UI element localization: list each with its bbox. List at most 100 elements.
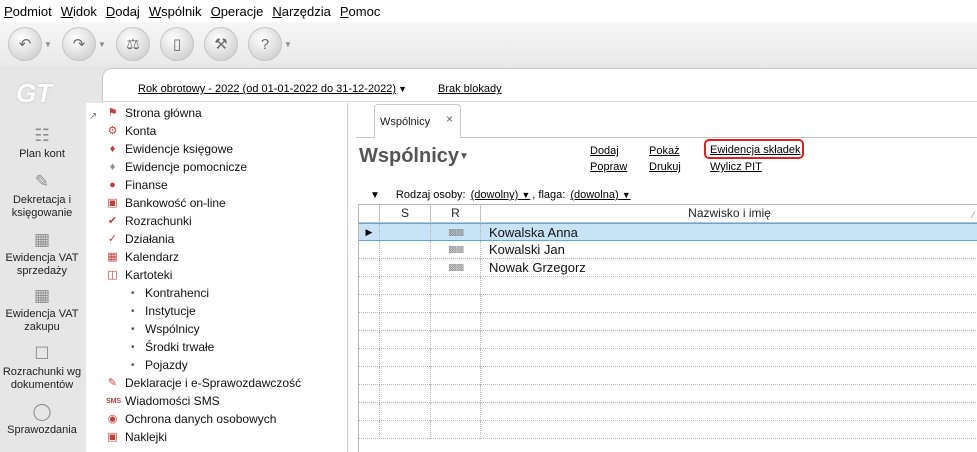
menu-dodaj[interactable]: Dodaj <box>106 4 140 19</box>
person-type-filter[interactable]: (dowolny) ▼ <box>471 189 531 201</box>
partner-name: Kowalska Anna <box>489 225 578 240</box>
empty-cell <box>481 313 977 331</box>
tools-icon[interactable]: ⚒ <box>204 27 238 61</box>
empty-table-row <box>359 367 977 385</box>
settlement-icon: ✔ <box>107 214 118 227</box>
shield-icon: ◉ <box>107 412 118 425</box>
tree-item-kontrahenci[interactable]: • Kontrahenci <box>131 284 209 302</box>
tree-item-instytucje[interactable]: • Instytucje <box>131 302 196 320</box>
dodaj-link[interactable]: Dodaj <box>590 145 619 157</box>
shortcut-dekretacja[interactable]: ✎ Dekretacja i księgowanie <box>0 172 84 220</box>
row-pointer-header <box>359 205 380 223</box>
tree-item-pojazdy[interactable]: • Pojazdy <box>131 356 188 374</box>
page-title[interactable]: Wspólnicy▼ <box>359 145 469 168</box>
pokaz-link[interactable]: Pokaż <box>649 145 680 157</box>
tree-item-ochrona-danych[interactable]: ◉ Ochrona danych osobowych <box>106 410 277 428</box>
empty-cell <box>481 349 977 367</box>
collapse-icon[interactable]: ▼ <box>370 190 380 201</box>
menu-narzedzia[interactable]: Narzędzia <box>272 4 331 19</box>
forward-icon[interactable]: ↷ <box>62 27 96 61</box>
shortcut-vat-zakupu[interactable]: ▦ Ewidencja VAT zakupu <box>0 286 84 334</box>
ewidencja-skladek-link[interactable]: Ewidencja składek <box>710 144 801 156</box>
empty-cell <box>359 277 380 295</box>
declaration-icon: ✎ <box>107 376 118 389</box>
empty-cell <box>380 313 431 331</box>
empty-cell <box>359 295 380 313</box>
close-icon[interactable]: × <box>446 112 453 126</box>
shortcut-vat-sprzedazy[interactable]: ▦ Ewidencja VAT sprzedaży <box>0 230 84 278</box>
tree-item-naklejki[interactable]: ▣ Naklejki <box>106 428 167 446</box>
forward-dropdown-icon[interactable]: ▼ <box>98 40 108 49</box>
back-icon[interactable]: ↶ <box>8 27 42 61</box>
table-row[interactable]: ▩▩ Nowak Grzegorz <box>359 259 977 277</box>
menu-wspolnik[interactable]: Wspólnik <box>149 4 202 19</box>
empty-cell <box>431 349 481 367</box>
popraw-link[interactable]: Popraw <box>590 161 627 173</box>
sort-icon: ⁄ <box>972 210 974 220</box>
tab-wspolnicy[interactable]: Wspólnicy × <box>374 104 461 138</box>
drukuj-link[interactable]: Drukuj <box>649 161 681 173</box>
tree-item-srodki-trwale[interactable]: • Środki trwałe <box>131 338 214 356</box>
empty-cell <box>431 385 481 403</box>
empty-cell <box>481 403 977 421</box>
toolbar: ↶ ▼ ↷ ▼ ⚖ ▯ ⚒ ? ▼ <box>0 22 977 66</box>
help-icon[interactable]: ? <box>248 27 282 61</box>
menu-podmiot[interactable]: Podmiot <box>4 4 52 19</box>
menu-pomoc[interactable]: Pomoc <box>340 4 380 19</box>
table-row[interactable]: ▩▩ Kowalski Jan <box>359 241 977 259</box>
app-logo: GT <box>16 78 53 108</box>
tree-item-kalendarz[interactable]: ▦ Kalendarz <box>106 248 179 266</box>
finance-icon: ● <box>109 178 116 191</box>
empty-cell <box>380 421 431 439</box>
empty-cell <box>380 385 431 403</box>
eraser-icon[interactable]: ▯ <box>160 27 194 61</box>
tree-item-bankowosc[interactable]: ▣ Bankowość on-line <box>106 194 225 212</box>
tree-item-dzialania[interactable]: ✓ Działania <box>106 230 174 248</box>
column-header-s[interactable]: S <box>380 205 431 223</box>
empty-cell <box>431 313 481 331</box>
pin-icon[interactable]: ↗ <box>89 111 97 122</box>
empty-cell <box>481 385 977 403</box>
bank-icon: ▣ <box>107 196 118 209</box>
tree-item-wspolnicy[interactable]: • Wspólnicy <box>131 320 200 338</box>
tree-item-kartoteki[interactable]: ◫ Kartoteki <box>106 266 172 284</box>
tree-item-rozrachunki[interactable]: ✔ Rozrachunki <box>106 212 192 230</box>
fiscal-year-selector[interactable]: Rok obrotowy - 2022 (od 01-01-2022 do 31… <box>138 83 407 95</box>
tree-item-finanse[interactable]: ● Finanse <box>106 176 168 194</box>
stamp-icon[interactable]: ⚖ <box>116 27 150 61</box>
shortcut-plan-kont[interactable]: ☷ Plan kont <box>0 126 84 161</box>
menu-widok[interactable]: Widok <box>61 4 97 19</box>
shortcut-rozrachunki[interactable]: ☐ Rozrachunki wg dokumentów <box>0 344 84 392</box>
empty-cell <box>431 331 481 349</box>
persons-icon: ▩▩ <box>431 259 481 277</box>
tree-item-strona-glowna[interactable]: ⚑ Strona główna <box>106 104 202 122</box>
calendar-icon: ▦ <box>107 250 118 263</box>
help-dropdown-icon[interactable]: ▼ <box>284 40 294 49</box>
chevron-down-icon: ▼ <box>398 84 407 94</box>
empty-cell <box>431 295 481 313</box>
shortcut-sprawozdania[interactable]: ◯ Sprawozdania <box>0 402 84 437</box>
chart-of-accounts-icon: ☷ <box>34 126 50 145</box>
tree-item-konta[interactable]: ⚙ Konta <box>106 122 157 140</box>
ledger-icon: ♦ <box>109 142 116 155</box>
menu-bar: Podmiot Widok Dodaj Wspólnik Operacje Na… <box>0 0 977 22</box>
tree-item-sms[interactable]: SMS Wiadomości SMS <box>106 392 220 410</box>
flag-filter[interactable]: (dowolna) ▼ <box>570 189 630 201</box>
empty-cell <box>481 277 977 295</box>
wylicz-pit-link[interactable]: Wylicz PIT <box>710 161 762 173</box>
empty-cell <box>481 295 977 313</box>
table-row[interactable]: ▶ ▩▩ Kowalska Anna <box>359 223 977 242</box>
tree-item-deklaracje[interactable]: ✎ Deklaracje i e-Sprawozdawczość <box>106 374 301 392</box>
column-header-r[interactable]: R <box>431 205 481 223</box>
lock-status-link[interactable]: Brak blokady <box>438 83 502 95</box>
menu-operacje[interactable]: Operacje <box>211 4 264 19</box>
back-dropdown-icon[interactable]: ▼ <box>44 40 54 49</box>
tree-item-ewidencje-pomocnicze[interactable]: ♦ Ewidencje pomocnicze <box>106 158 247 176</box>
settlements-icon: ☐ <box>34 344 50 363</box>
empty-cell <box>359 385 380 403</box>
tree-item-ewidencje-ksiegowe[interactable]: ♦ Ewidencje księgowe <box>106 140 233 158</box>
column-header-name[interactable]: Nazwisko i imię ⁄ <box>481 205 977 223</box>
empty-cell <box>359 367 380 385</box>
actions-icon: ✓ <box>107 232 118 245</box>
empty-cell <box>359 349 380 367</box>
